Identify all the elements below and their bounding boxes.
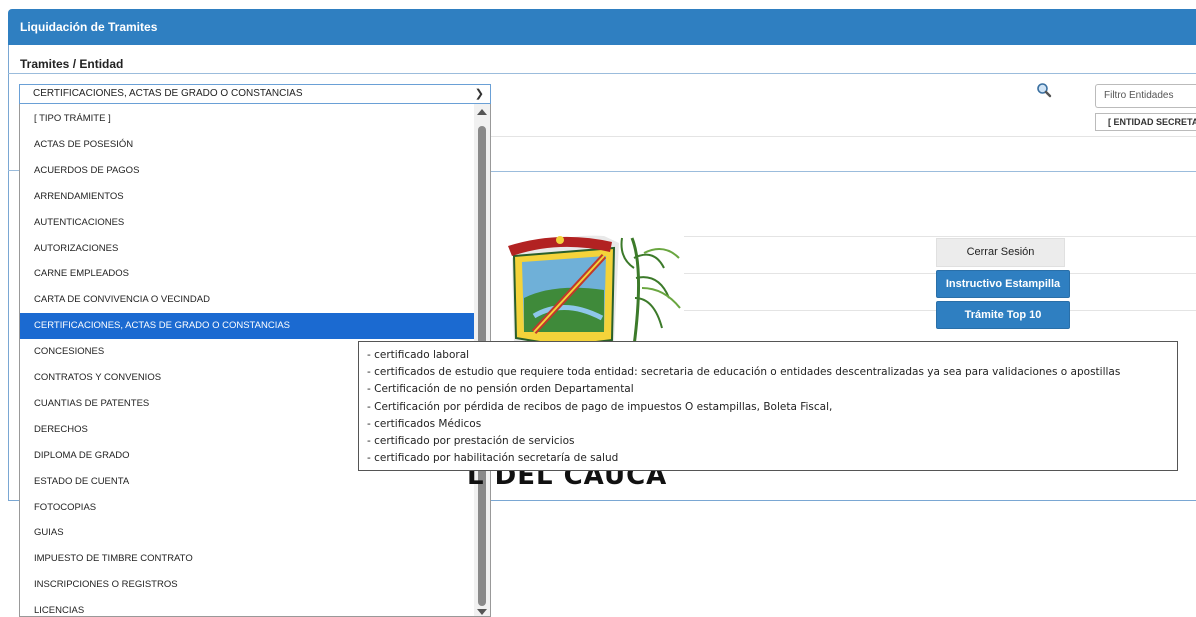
tooltip-line: - certificado por habilitación secretarí… bbox=[367, 452, 619, 465]
search-icon[interactable] bbox=[1036, 82, 1052, 98]
scroll-up-arrow-icon[interactable] bbox=[477, 109, 487, 115]
header-title: Liquidación de Tramites bbox=[20, 20, 158, 34]
tooltip-line: - certificado por prestación de servicio… bbox=[367, 435, 575, 448]
dropdown-option[interactable]: GUIAS bbox=[20, 520, 475, 546]
dropdown-option[interactable]: ACTAS DE POSESIÓN bbox=[20, 132, 475, 158]
divider bbox=[491, 136, 1196, 137]
dropdown-option[interactable]: LICENCIAS bbox=[20, 598, 475, 616]
tooltip-line: - certificado laboral bbox=[367, 349, 470, 361]
divider bbox=[491, 171, 1196, 172]
dropdown-option[interactable]: ARRENDAMIENTOS bbox=[20, 184, 475, 210]
tooltip-line: - certificados Médicos bbox=[367, 417, 482, 430]
tramite-select[interactable]: CERTIFICACIONES, ACTAS DE GRADO O CONSTA… bbox=[19, 84, 491, 104]
dropdown-option[interactable]: ACUERDOS DE PAGOS bbox=[20, 158, 475, 184]
dropdown-option[interactable]: CARNE EMPLEADOS bbox=[20, 261, 475, 287]
tramite-select-value: CERTIFICACIONES, ACTAS DE GRADO O CONSTA… bbox=[33, 88, 303, 99]
filtro-entidades-input[interactable]: Filtro Entidades bbox=[1095, 84, 1196, 108]
divider bbox=[8, 170, 19, 171]
chevron-down-icon: ❯ bbox=[474, 88, 484, 100]
dropdown-option[interactable]: [ TIPO TRÁMITE ] bbox=[20, 106, 475, 132]
section-divider bbox=[8, 73, 1196, 74]
dropdown-option[interactable]: AUTENTICACIONES bbox=[20, 210, 475, 236]
tooltip-line: - Certificación por pérdida de recibos d… bbox=[367, 400, 833, 413]
window-header: Liquidación de Tramites bbox=[8, 9, 1196, 45]
dropdown-option[interactable]: IMPUESTO DE TIMBRE CONTRATO bbox=[20, 546, 475, 572]
instructivo-estampilla-button[interactable]: Instructivo Estampilla bbox=[936, 270, 1070, 298]
section-label: Tramites / Entidad bbox=[20, 57, 124, 71]
dropdown-option[interactable]: INSCRIPCIONES O REGISTROS bbox=[20, 572, 475, 598]
dropdown-option[interactable]: CARTA DE CONVIVENCIA O VECINDAD bbox=[20, 287, 475, 313]
scroll-down-arrow-icon[interactable] bbox=[477, 609, 487, 615]
dropdown-option[interactable]: CERTIFICACIONES, ACTAS DE GRADO O CONSTA… bbox=[20, 313, 475, 340]
divider bbox=[684, 236, 1196, 237]
tramite-top10-button[interactable]: Trámite Top 10 bbox=[936, 301, 1070, 329]
cerrar-sesion-button[interactable]: Cerrar Sesión bbox=[936, 238, 1065, 267]
dropdown-option[interactable]: AUTORIZACIONES bbox=[20, 236, 475, 262]
dropdown-option[interactable]: FOTOCOPIAS bbox=[20, 495, 475, 521]
dropdown-option[interactable]: ESTADO DE CUENTA bbox=[20, 469, 475, 495]
entidad-select[interactable]: [ ENTIDAD SECRETARIA ] bbox=[1095, 113, 1196, 131]
option-tooltip: - certificado laboral - certificados de … bbox=[358, 341, 1178, 471]
tooltip-line: - certificados de estudio que requiere t… bbox=[367, 366, 1121, 379]
department-emblem-logo bbox=[508, 235, 681, 348]
tooltip-line: - Certificación de no pensión orden Depa… bbox=[367, 383, 634, 396]
